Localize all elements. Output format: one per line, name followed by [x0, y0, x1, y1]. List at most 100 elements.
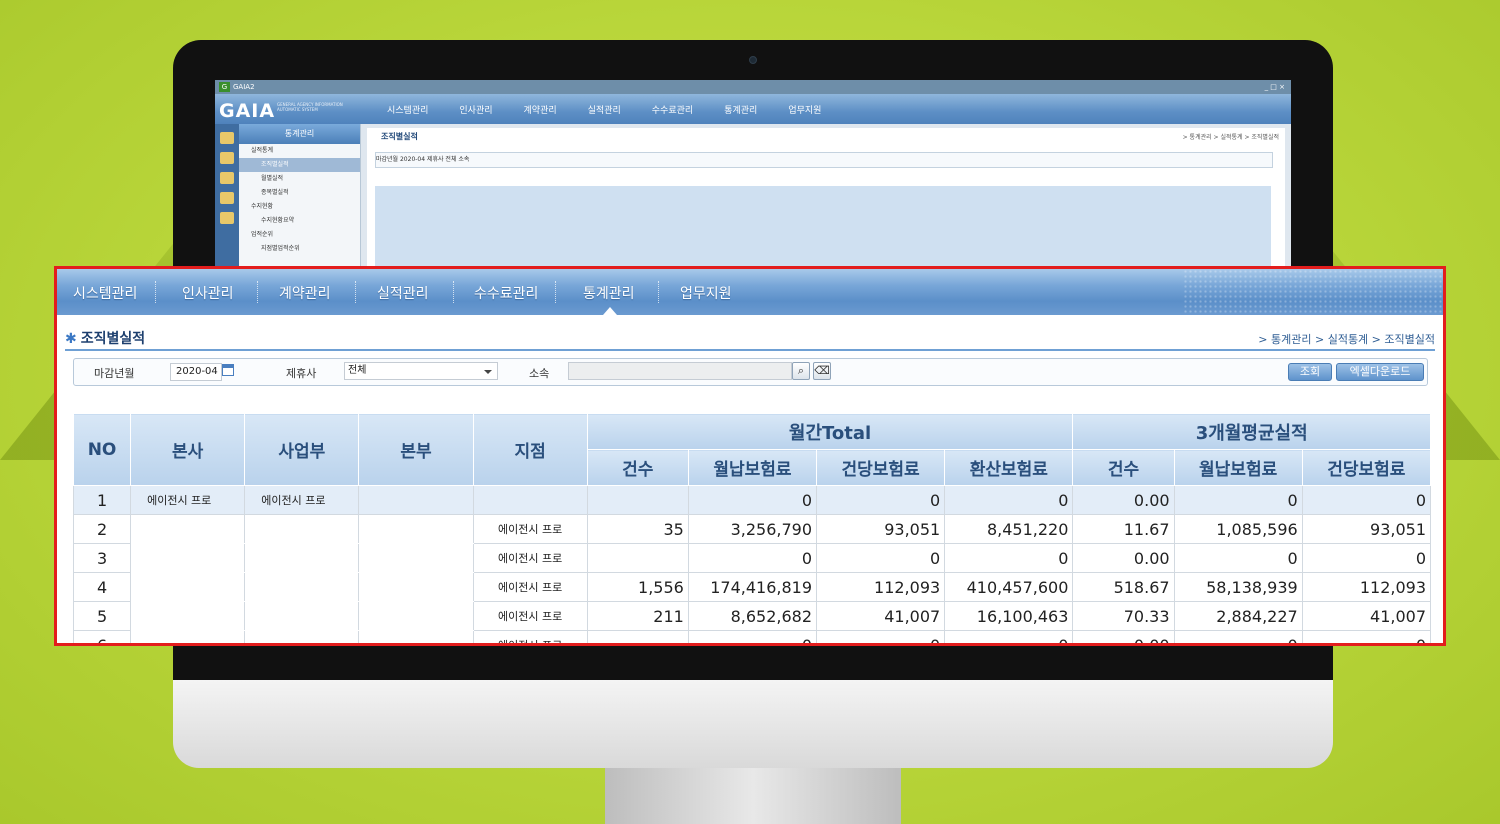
cell-avg-premium: 0 — [1173, 485, 1303, 515]
search-icon[interactable]: ⌕ — [792, 362, 810, 380]
small-data-grid — [375, 186, 1271, 270]
partner-select[interactable]: 전체 — [344, 362, 498, 380]
car-icon[interactable] — [220, 152, 234, 164]
cell-branch-hq — [358, 485, 474, 515]
nav-item-support[interactable]: 업무지원 — [680, 283, 732, 303]
header-monthly-total: 월간Total — [586, 413, 1074, 450]
cell-avg-per-case: 93,051 — [1301, 514, 1432, 544]
partner-label: 제휴사 — [286, 367, 317, 380]
small-menu-item[interactable]: 계약관리 — [524, 103, 557, 116]
chart-icon[interactable] — [220, 172, 234, 184]
cell-monthly-converted: 410,457,600 — [944, 572, 1074, 602]
cell-avg-premium: 0 — [1173, 543, 1303, 573]
home-icon[interactable] — [220, 132, 234, 144]
month-field[interactable]: 2020-04 — [170, 363, 222, 381]
nav-separator — [453, 281, 454, 303]
cell-avg-premium: 0 — [1173, 630, 1303, 643]
cell-monthly-premium: 0 — [687, 485, 818, 515]
nav-item-performance[interactable]: 실적관리 — [377, 283, 429, 303]
header-branch-hq: 본부 — [358, 413, 474, 486]
tree-item[interactable]: 수지현황 — [239, 200, 360, 214]
cell-monthly-per-case: 0 — [816, 630, 946, 643]
nav-dot-pattern — [1183, 269, 1443, 315]
tree-item[interactable]: 종목별실적 — [239, 186, 360, 200]
cell-monthly-premium: 3,256,790 — [687, 514, 818, 544]
eraser-icon[interactable]: ⌫ — [813, 362, 831, 380]
nav-item-hr[interactable]: 인사관리 — [182, 283, 234, 303]
cell-monthly-count: 35 — [586, 514, 689, 544]
org-field[interactable] — [568, 362, 792, 380]
header-avg-per-case: 건당보험료 — [1301, 449, 1432, 486]
tree-item[interactable]: 지점별업적순위 — [239, 242, 360, 256]
cell-division — [244, 543, 360, 573]
nav-item-statistics[interactable]: 통계관리 — [583, 283, 635, 303]
cell-branch-hq — [358, 543, 474, 573]
cell-monthly-count: 1,556 — [586, 572, 689, 602]
table-row[interactable]: 4 에이전시 프로 1,556 174,416,819 112,093 410,457,6… — [72, 572, 1432, 602]
cell-branch-hq — [358, 630, 474, 643]
monitor-screen: G GAIA2 _ □ × GAIA GENERAL AGENCY INFORMA… — [215, 80, 1291, 270]
table-row[interactable]: 5 에이전시 프로 211 8,652,682 41,007 16,100,463 70.3… — [72, 601, 1432, 631]
monitor-chin — [173, 680, 1333, 768]
cell-monthly-converted: 0 — [944, 630, 1074, 643]
table-row[interactable]: 3 에이전시 프로 0 0 0 0.00 0 0 — [72, 543, 1432, 573]
table-row[interactable]: 2 에이전시 프로 35 3,256,790 93,051 8,451,220 11.67 1… — [72, 514, 1432, 544]
cell-avg-count: 0.00 — [1072, 485, 1175, 515]
header-3month-avg: 3개월평균실적 — [1072, 413, 1431, 450]
header-branch: 지점 — [472, 413, 588, 486]
cell-monthly-premium: 8,652,682 — [687, 601, 818, 631]
calendar-icon[interactable] — [222, 364, 234, 376]
excel-download-button[interactable]: 엑셀다운로드 — [1336, 363, 1424, 381]
cell-no: 4 — [72, 572, 132, 602]
table-row[interactable]: 6 에이전시 프로 0 0 0 0.00 0 0 — [72, 630, 1432, 643]
nav-item-commission[interactable]: 수수료관리 — [474, 283, 538, 303]
tree-item[interactable]: 업적순위 — [239, 228, 360, 242]
small-menu-item[interactable]: 수수료관리 — [652, 103, 693, 116]
active-menu-caret — [603, 307, 617, 315]
cell-monthly-count — [586, 485, 689, 515]
cell-monthly-per-case: 0 — [816, 543, 946, 573]
cell-monthly-converted: 0 — [944, 485, 1074, 515]
page-title-text: 조직별실적 — [80, 331, 146, 347]
cell-monthly-per-case: 112,093 — [816, 572, 946, 602]
tree-item[interactable]: 조직별실적 — [239, 158, 360, 172]
nav-separator — [555, 281, 556, 303]
small-menu-item[interactable]: 시스템관리 — [387, 103, 428, 116]
cell-avg-count: 518.67 — [1072, 572, 1175, 602]
small-menu-item[interactable]: 업무지원 — [788, 103, 821, 116]
nav-item-contract[interactable]: 계약관리 — [279, 283, 331, 303]
asterisk-icon: ✱ — [65, 331, 77, 347]
header-avg-count: 건수 — [1072, 449, 1175, 486]
cell-monthly-count — [586, 543, 689, 573]
cell-hq — [130, 630, 246, 643]
small-tree-menu: 통계관리 실적통계 조직별실적 월별실적 종목별실적 수지현황 수지현황요약 업적순위 지점별… — [239, 124, 361, 270]
cell-hq — [130, 572, 246, 602]
cell-no: 2 — [72, 514, 132, 544]
window-controls[interactable]: _ □ × — [1265, 80, 1285, 94]
nav-item-system[interactable]: 시스템관리 — [73, 283, 137, 303]
filter-bar: 마감년월 2020-04 제휴사 전체 소속 ⌕ ⌫ 조회 엑셀다운로드 — [73, 358, 1428, 386]
app-icon: G — [219, 82, 230, 92]
cell-avg-count: 70.33 — [1072, 601, 1175, 631]
top-nav-bar: 시스템관리 인사관리 계약관리 실적관리 수수료관리 통계관리 업무지원 — [57, 269, 1443, 315]
people-icon[interactable] — [220, 192, 234, 204]
header-monthly-converted: 환산보험료 — [944, 449, 1074, 486]
small-breadcrumb: > 통계관리 > 실적통계 > 조직별실적 — [1182, 134, 1279, 141]
gaia-logo-subtitle: GENERAL AGENCY INFORMATION AUTOMATIC SYS… — [277, 102, 343, 112]
tree-item[interactable]: 실적통계 — [239, 144, 360, 158]
small-menu-item[interactable]: 인사관리 — [459, 103, 492, 116]
small-menu-item[interactable]: 실적관리 — [588, 103, 621, 116]
tree-item[interactable]: 수지현황요약 — [239, 214, 360, 228]
table-row[interactable]: 1 에이전시 프로 에이전시 프로 0 0 0 0.00 0 0 — [72, 485, 1432, 515]
tree-item[interactable]: 월별실적 — [239, 172, 360, 186]
cell-monthly-converted: 0 — [944, 543, 1074, 573]
cell-branch: 에이전시 프로 — [472, 630, 588, 643]
search-button[interactable]: 조회 — [1288, 363, 1332, 381]
cell-division — [244, 572, 360, 602]
mail-icon[interactable] — [220, 212, 234, 224]
breadcrumb[interactable]: > 통계관리 > 실적통계 > 조직별실적 — [1258, 331, 1435, 347]
cell-branch: 에이전시 프로 — [472, 572, 588, 602]
cell-avg-premium: 2,884,227 — [1173, 601, 1303, 631]
small-menu-item[interactable]: 통계관리 — [724, 103, 757, 116]
nav-separator — [257, 281, 258, 303]
